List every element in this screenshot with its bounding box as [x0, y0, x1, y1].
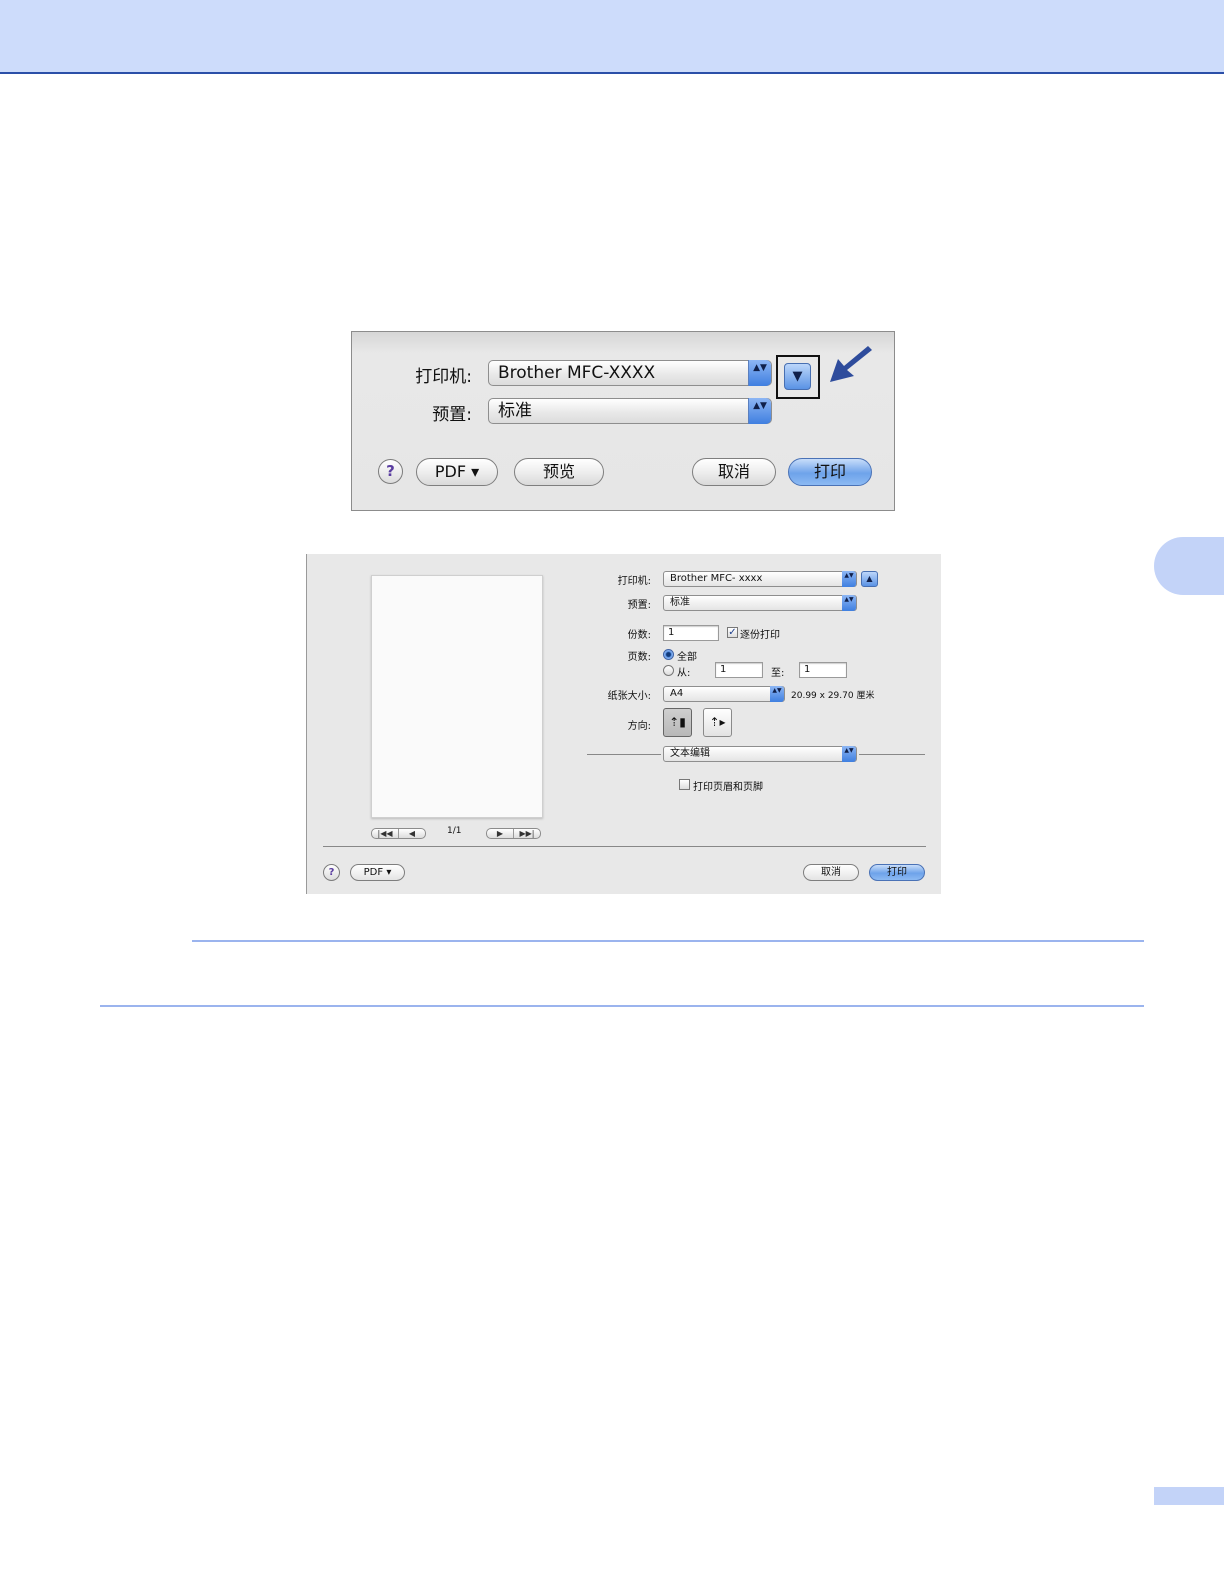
- copies-label: 份数:: [627, 630, 651, 641]
- printer-value: Brother MFC- xxxx: [670, 573, 763, 584]
- collapse-disclosure-button[interactable]: ▲: [861, 571, 878, 587]
- pages-range-radio[interactable]: [663, 665, 674, 676]
- portrait-figure-icon: ⇡▮: [669, 715, 686, 729]
- copies-field[interactable]: 1: [663, 625, 719, 641]
- pointer-arrow-icon: [830, 346, 872, 382]
- popup-arrows-icon: ▲▼: [770, 686, 784, 702]
- header-footer-checkbox[interactable]: [679, 779, 690, 790]
- page-counter: 1/1: [447, 826, 462, 836]
- presets-value: 标准: [670, 597, 690, 608]
- portrait-orientation-button[interactable]: ⇡▮: [663, 708, 692, 737]
- preview-nav-forward[interactable]: ▶ ▶▶|: [486, 828, 541, 839]
- print-dialog-expanded: |◀◀ ◀ 1/1 ▶ ▶▶| 打印机: Brother MFC- xxxx ▲…: [306, 554, 941, 894]
- pages-to-label: 至:: [771, 668, 785, 679]
- paper-size-popup[interactable]: A4 ▲▼: [663, 686, 785, 702]
- page-preview: [371, 575, 543, 818]
- pdf-button[interactable]: PDF ▾: [416, 458, 498, 486]
- presets-popup[interactable]: 标准 ▲▼: [488, 398, 772, 424]
- header-footer-label: 打印页眉和页脚: [693, 782, 763, 793]
- paper-size-label: 纸张大小:: [607, 691, 651, 702]
- help-button[interactable]: ?: [323, 864, 340, 881]
- pdf-button[interactable]: PDF ▾: [350, 864, 405, 881]
- printer-value: Brother MFC-XXXX: [498, 363, 656, 383]
- print-button[interactable]: 打印: [869, 864, 925, 881]
- presets-value: 标准: [498, 401, 532, 421]
- pane-popup[interactable]: 文本编辑 ▲▼: [663, 746, 857, 762]
- popup-arrows-icon: ▲▼: [842, 746, 856, 762]
- pages-all-radio[interactable]: [663, 649, 674, 660]
- help-icon: ?: [328, 867, 335, 878]
- preview-nav-back[interactable]: |◀◀ ◀: [371, 828, 426, 839]
- print-button[interactable]: 打印: [788, 458, 872, 486]
- popup-arrows-icon: ▲▼: [842, 571, 856, 587]
- preview-button[interactable]: 预览: [514, 458, 604, 486]
- paper-dimensions: 20.99 x 29.70 厘米: [791, 691, 875, 701]
- printer-label: 打印机:: [617, 576, 651, 587]
- popup-arrows-icon: ▲▼: [748, 360, 771, 386]
- next-page-icon[interactable]: ▶: [487, 829, 513, 838]
- note-top-rule: [192, 940, 1144, 942]
- first-page-icon[interactable]: |◀◀: [372, 829, 398, 838]
- pages-label: 页数:: [627, 652, 651, 663]
- cancel-button[interactable]: 取消: [803, 864, 859, 881]
- presets-label: 预置:: [627, 600, 651, 611]
- orientation-label: 方向:: [627, 721, 651, 732]
- pane-value: 文本编辑: [670, 748, 710, 759]
- popup-arrows-icon: ▲▼: [842, 595, 856, 611]
- landscape-figure-icon: ⇡▸: [709, 715, 726, 729]
- printer-popup[interactable]: Brother MFC-XXXX ▲▼: [488, 360, 772, 386]
- pages-to-field[interactable]: 1: [799, 662, 847, 678]
- printer-popup[interactable]: Brother MFC- xxxx ▲▼: [663, 571, 857, 587]
- collated-checkbox[interactable]: ✓: [727, 627, 738, 638]
- separator-line: [859, 754, 925, 755]
- bottom-separator: [323, 846, 926, 847]
- triangle-down-icon: ▼: [792, 369, 803, 384]
- triangle-up-icon: ▲: [866, 574, 873, 583]
- cancel-button[interactable]: 取消: [692, 458, 776, 486]
- expand-disclosure-button[interactable]: ▼: [784, 363, 811, 390]
- pages-from-label: 从:: [677, 668, 691, 679]
- pages-all-label: 全部: [677, 652, 697, 663]
- check-icon: ✓: [728, 627, 737, 638]
- page-header-band: [0, 0, 1224, 74]
- presets-popup[interactable]: 标准 ▲▼: [663, 595, 857, 611]
- pages-from-field[interactable]: 1: [715, 662, 763, 678]
- prev-page-icon[interactable]: ◀: [398, 829, 425, 838]
- last-page-icon[interactable]: ▶▶|: [513, 829, 540, 838]
- note-bottom-rule: [100, 1005, 1144, 1007]
- landscape-orientation-button[interactable]: ⇡▸: [703, 708, 732, 737]
- help-button[interactable]: ?: [378, 459, 403, 484]
- popup-arrows-icon: ▲▼: [748, 398, 771, 424]
- collated-label: 逐份打印: [740, 630, 780, 641]
- page-number-tab: [1154, 1487, 1224, 1505]
- presets-label: 预置:: [432, 405, 472, 425]
- chapter-tab: [1154, 537, 1224, 595]
- separator-line: [587, 754, 661, 755]
- paper-size-value: A4: [670, 688, 684, 699]
- help-icon: ?: [386, 462, 395, 480]
- printer-label: 打印机:: [415, 367, 472, 387]
- print-dialog-collapsed: 打印机: Brother MFC-XXXX ▲▼ 预置: 标准 ▲▼ ▼ ? P…: [351, 331, 895, 511]
